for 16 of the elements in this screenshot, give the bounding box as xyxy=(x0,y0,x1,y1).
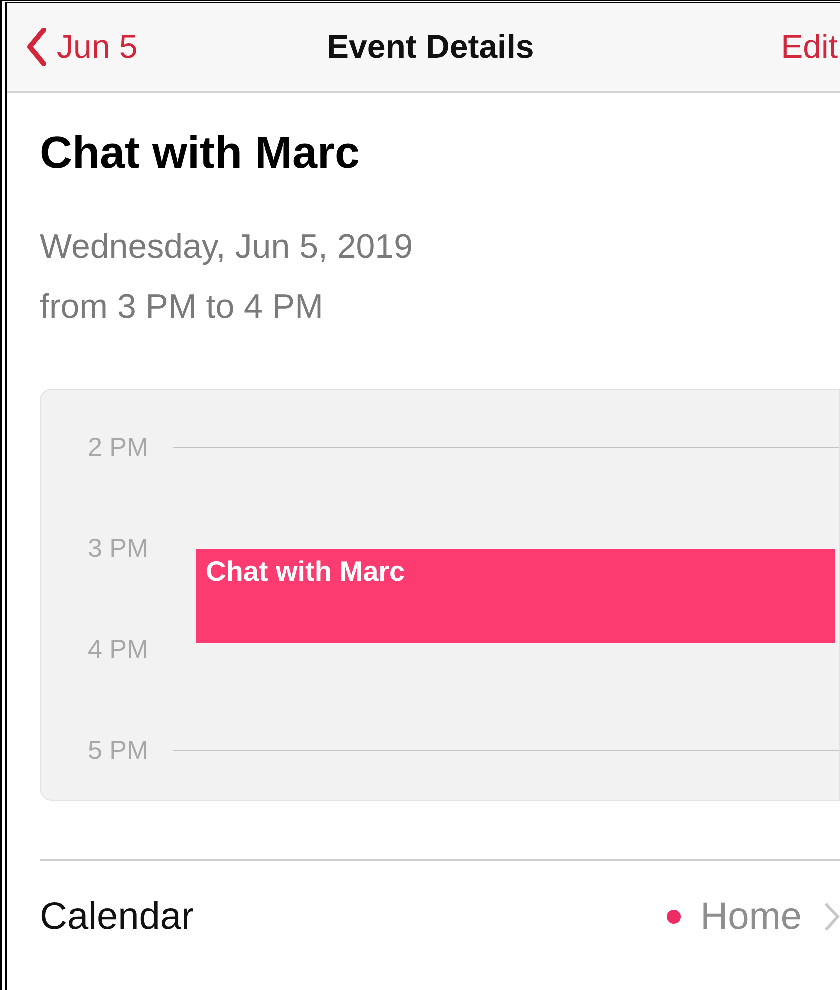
event-date: Wednesday, Jun 5, 2019 xyxy=(40,227,414,268)
hour-label: 4 PM xyxy=(87,633,150,666)
back-chevron-icon xyxy=(27,28,47,66)
hour-label: 2 PM xyxy=(87,431,150,464)
event-title: Chat with Marc xyxy=(40,126,362,180)
screen-title: Event Details xyxy=(327,27,534,68)
hour-label: 5 PM xyxy=(87,734,150,768)
calendar-label: Calendar xyxy=(40,894,194,940)
chevron-icon xyxy=(824,902,840,932)
edit-button[interactable]: Edit xyxy=(781,22,840,72)
calendar-value: Home xyxy=(700,894,802,940)
hour-label: 3 PM xyxy=(87,532,150,566)
back-button[interactable]: Jun 5 xyxy=(27,22,138,72)
event-time: from 3 PM to 4 PM xyxy=(40,287,324,328)
event-block[interactable]: Chat with Marc xyxy=(196,549,835,644)
calendar-row[interactable]: Calendar Home xyxy=(40,861,840,974)
